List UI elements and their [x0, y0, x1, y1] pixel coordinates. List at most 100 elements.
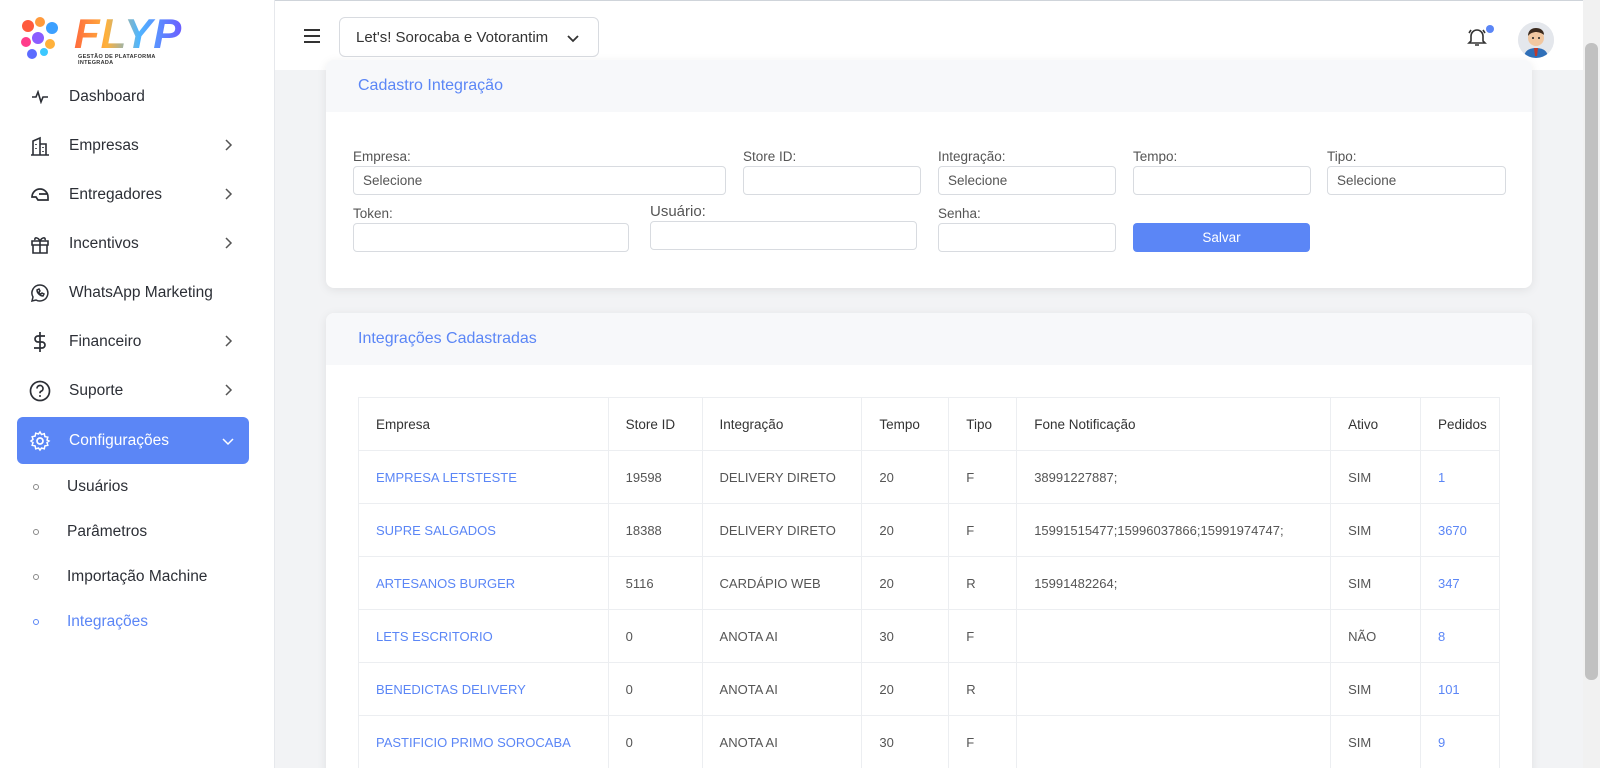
integracao-select[interactable]: Selecione	[938, 166, 1116, 195]
usuario-label: Usuário:	[650, 203, 706, 220]
sidebar-subitem-importacao-machine[interactable]: Importação Machine	[17, 554, 249, 599]
logo-mark-icon	[21, 17, 58, 59]
column-header: Empresa	[358, 397, 609, 451]
sidebar-item-configuracoes[interactable]: Configurações	[17, 417, 249, 464]
sidebar-item-incentivos[interactable]: Incentivos	[17, 219, 249, 268]
pedidos-link[interactable]: 3670	[1419, 503, 1501, 557]
sidebar-item-empresas[interactable]: Empresas	[17, 121, 249, 170]
table-cell: 30	[861, 715, 950, 768]
sidebar-item-label: WhatsApp Marketing	[69, 283, 213, 301]
pedidos-link[interactable]: 8	[1419, 609, 1501, 663]
table-cell: SIM	[1330, 450, 1421, 504]
column-header: Tempo	[861, 397, 950, 451]
sidebar-subitem-label: Integrações	[67, 612, 148, 630]
empresa-link[interactable]: PASTIFICIO PRIMO SOROCABA	[358, 715, 609, 768]
table-cell: 18388	[607, 503, 703, 557]
gear-icon	[29, 430, 51, 452]
store-select[interactable]: Let's! Sorocaba e Votorantim	[339, 17, 599, 57]
table-cell: F	[948, 450, 1018, 504]
table-title: Integrações Cadastradas	[326, 313, 1532, 365]
table-row[interactable]: BENEDICTAS DELIVERY 0 ANOTA AI 20 R SIM 101	[358, 662, 1501, 716]
pedidos-link[interactable]: 9	[1419, 715, 1501, 768]
empresa-link[interactable]: ARTESANOS BURGER	[358, 556, 609, 610]
sidebar-subitem-integracoes[interactable]: Integrações	[17, 599, 249, 644]
table-cell: CARDÁPIO WEB	[701, 556, 863, 610]
table-cell: 19598	[607, 450, 703, 504]
scrollbar-thumb[interactable]	[1585, 43, 1598, 680]
notification-bell-icon[interactable]	[1467, 27, 1487, 47]
sidebar-item-label: Entregadores	[69, 185, 163, 203]
integration-form-card: Cadastro Integração Empresa: Selecione S…	[326, 60, 1532, 288]
integracao-label: Integração:	[938, 149, 1006, 164]
pedidos-link[interactable]: 101	[1419, 662, 1501, 716]
sidebar-item-entregadores[interactable]: Entregadores	[17, 170, 249, 219]
avatar-icon	[1518, 22, 1554, 58]
hamburger-menu-icon[interactable]	[304, 29, 320, 43]
table-row[interactable]: ARTESANOS BURGER 5116 CARDÁPIO WEB 20 R 15991…	[358, 556, 1501, 610]
sidebar-item-dashboard[interactable]: Dashboard	[17, 72, 249, 121]
save-button[interactable]: Salvar	[1133, 223, 1310, 252]
table-cell: 5116	[607, 556, 703, 610]
tipo-label: Tipo:	[1327, 149, 1357, 164]
whatsapp-icon	[29, 282, 51, 304]
empresa-label: Empresa:	[353, 149, 411, 164]
empresa-link[interactable]: EMPRESA LETSTESTE	[358, 450, 609, 504]
sidebar-item-suporte[interactable]: Suporte	[17, 366, 249, 415]
token-label: Token:	[353, 206, 393, 221]
dollar-icon	[29, 331, 51, 353]
sidebar-item-financeiro[interactable]: Financeiro	[17, 317, 249, 366]
table-cell: DELIVERY DIRETO	[701, 503, 863, 557]
avatar[interactable]	[1518, 22, 1554, 58]
senha-label: Senha:	[938, 206, 981, 221]
usuario-input[interactable]	[650, 221, 917, 250]
sidebar-subitem-label: Usuários	[67, 477, 129, 495]
senha-input[interactable]	[938, 223, 1116, 252]
table-row[interactable]: PASTIFICIO PRIMO SOROCABA 0 ANOTA AI 30 F SIM…	[358, 715, 1501, 768]
scrollbar[interactable]	[1583, 0, 1600, 768]
pedidos-link[interactable]: 1	[1419, 450, 1501, 504]
column-header: Ativo	[1330, 397, 1421, 451]
table-row[interactable]: SUPRE SALGADOS 18388 DELIVERY DIRETO 20 F 159…	[358, 503, 1501, 557]
gift-icon	[29, 233, 51, 255]
chevron-right-icon	[225, 384, 233, 396]
sidebar-item-whatsapp-marketing[interactable]: WhatsApp Marketing	[17, 268, 249, 317]
logo[interactable]: FLYP GESTÃO DE PLATAFORMA INTEGRADA	[18, 10, 188, 66]
sidebar-item-label: Dashboard	[69, 87, 145, 105]
pedidos-link[interactable]: 347	[1419, 556, 1501, 610]
tempo-label: Tempo:	[1133, 149, 1178, 164]
notification-badge	[1486, 25, 1494, 33]
table-cell: SIM	[1330, 662, 1421, 716]
table-cell: 0	[607, 715, 703, 768]
empresa-link[interactable]: BENEDICTAS DELIVERY	[358, 662, 609, 716]
store-id-input[interactable]	[743, 166, 921, 195]
table-cell: NÃO	[1330, 609, 1421, 663]
table-body: EMPRESA LETSTESTE 19598 DELIVERY DIRETO 20 F…	[358, 450, 1501, 768]
empresa-link[interactable]: LETS ESCRITORIO	[358, 609, 609, 663]
sidebar-item-label: Suporte	[69, 381, 124, 399]
table-cell: ANOTA AI	[701, 715, 863, 768]
integrations-table: Empresa Store ID Integração Tempo Tipo Fone N…	[358, 397, 1501, 768]
store-select-value: Let's! Sorocaba e Votorantim	[356, 28, 549, 46]
tempo-input[interactable]	[1133, 166, 1311, 195]
table-row[interactable]: LETS ESCRITORIO 0 ANOTA AI 30 F NÃO 8	[358, 609, 1501, 663]
sidebar-subitem-parametros[interactable]: Parâmetros	[17, 509, 249, 554]
sidebar-subitem-label: Importação Machine	[67, 567, 208, 585]
table-cell: 20	[861, 556, 950, 610]
chevron-down-icon	[222, 438, 234, 446]
table-cell: ANOTA AI	[701, 662, 863, 716]
sidebar-subitem-usuarios[interactable]: Usuários	[17, 464, 249, 509]
table-cell: SIM	[1330, 503, 1421, 557]
activity-icon	[29, 86, 51, 108]
chevron-down-icon	[567, 35, 579, 43]
table-row[interactable]: EMPRESA LETSTESTE 19598 DELIVERY DIRETO 20 F…	[358, 450, 1501, 504]
table-cell	[1016, 662, 1332, 716]
sidebar-item-label: Empresas	[69, 136, 139, 154]
sidebar: FLYP GESTÃO DE PLATAFORMA INTEGRADA Dash…	[0, 0, 275, 768]
empresa-select[interactable]: Selecione	[353, 166, 726, 195]
table-cell: SIM	[1330, 715, 1421, 768]
empresa-link[interactable]: SUPRE SALGADOS	[358, 503, 609, 557]
chevron-right-icon	[225, 237, 233, 249]
token-input[interactable]	[353, 223, 629, 252]
tipo-select[interactable]: Selecione	[1327, 166, 1506, 195]
integrations-table-card: Integrações Cadastradas Empresa Store ID I…	[326, 313, 1532, 768]
